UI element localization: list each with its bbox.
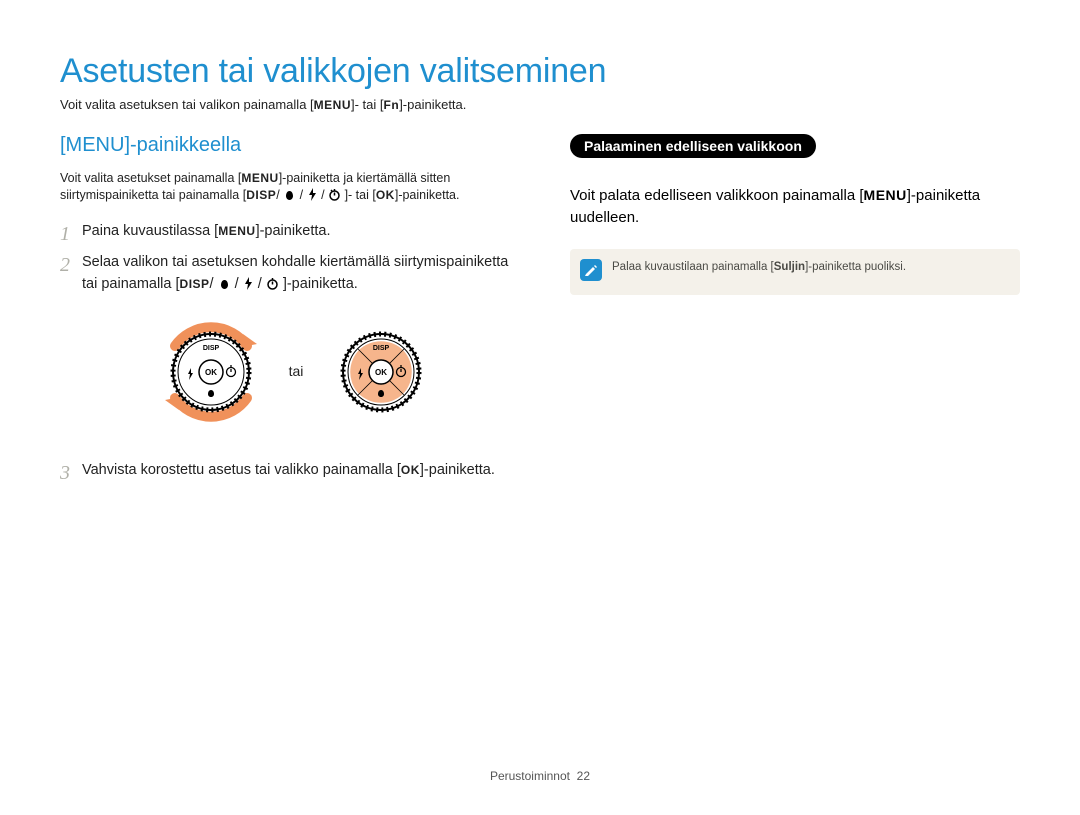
manual-page: Asetusten tai valikkojen valitseminen Vo… (0, 0, 1080, 815)
text: / (276, 188, 279, 202)
footer-label: Perustoiminnot (490, 769, 570, 783)
left-column: [MENU]-painikkeella Voit valita asetukse… (60, 134, 510, 492)
text: ]-painiketta. (283, 276, 358, 292)
text: ]- tai [ (345, 188, 376, 202)
ok-key: OK (376, 188, 395, 202)
dial-press: OK DISP (321, 312, 441, 432)
text: Vahvista korostettu asetus tai valikko p… (82, 462, 401, 478)
timer-icon (328, 188, 341, 201)
steps-list: Paina kuvaustilassa [MENU]-painiketta. S… (60, 221, 510, 482)
note-box: Palaa kuvaustilaan painamalla [Suljin]-p… (570, 249, 1020, 295)
text: ]-painiketta. (256, 223, 331, 239)
text: Palaa kuvaustilaan painamalla [ (612, 261, 774, 273)
menu-key: MENU (864, 187, 907, 203)
left-description: Voit valita asetukset painamalla [MENU ]-… (60, 170, 510, 205)
menu-key: MENU (241, 171, 278, 185)
text: ]-painiketta puoliksi. (805, 261, 906, 273)
note-icon (580, 259, 602, 281)
left-heading: [MENU]-painikkeella (60, 134, 510, 157)
page-title: Asetusten tai valikkojen valitseminen (60, 52, 1020, 91)
disp-label: DISP (202, 345, 219, 352)
text: / (258, 276, 262, 292)
menu-key: MENU (218, 224, 255, 238)
columns: [MENU]-painikkeella Voit valita asetukse… (60, 134, 1020, 492)
text: Voit valita asetuksen tai valikon painam… (60, 97, 314, 112)
flash-icon (243, 277, 254, 290)
fn-key: Fn (384, 98, 400, 112)
text: Voit palata edelliseen valikkoon painama… (570, 187, 864, 204)
ok-key: OK (401, 463, 420, 477)
step-2: Selaa valikon tai asetuksen kohdalle kie… (60, 252, 510, 432)
page-number: 22 (577, 769, 590, 783)
step-3: Vahvista korostettu asetus tai valikko p… (60, 460, 510, 482)
intro-paragraph: Voit valita asetuksen tai valikon painam… (60, 97, 1020, 112)
text: ]-painiketta. (395, 188, 460, 202)
text: / (210, 276, 214, 292)
text: / (321, 188, 324, 202)
dial-illustrations: OK DISP (82, 312, 510, 432)
flash-icon (307, 188, 318, 201)
disp-label: DISP (373, 345, 390, 352)
page-footer: Perustoiminnot 22 (60, 769, 1020, 783)
dial-rotate: OK DISP (151, 312, 271, 432)
right-column: Palaaminen edelliseen valikkoon Voit pal… (570, 134, 1020, 492)
step-1: Paina kuvaustilassa [MENU]-painiketta. (60, 221, 510, 243)
text: ]-painiketta. (420, 462, 495, 478)
text: ]-painiketta. (399, 97, 466, 112)
ok-label: OK (375, 368, 387, 377)
shutter-key: Suljin (774, 261, 805, 273)
menu-key: MENU (314, 98, 351, 112)
dial-press-svg: OK DISP (321, 312, 441, 432)
ok-label: OK (205, 368, 217, 377)
text: / (235, 276, 239, 292)
timer-icon (266, 277, 279, 290)
text: / (300, 188, 303, 202)
text: Voit valita asetukset painamalla [ (60, 171, 241, 185)
right-body: Voit palata edelliseen valikkoon painama… (570, 185, 1020, 229)
section-pill: Palaaminen edelliseen valikkoon (570, 134, 816, 158)
disp-key: DISP (246, 188, 276, 202)
macro-icon (283, 190, 296, 201)
disp-key: DISP (180, 277, 210, 291)
text: ]- tai [ (351, 97, 384, 112)
dial-rotate-svg: OK DISP (151, 312, 271, 432)
text: Paina kuvaustilassa [ (82, 223, 218, 239)
or-label: tai (289, 361, 304, 382)
macro-icon (218, 279, 231, 290)
